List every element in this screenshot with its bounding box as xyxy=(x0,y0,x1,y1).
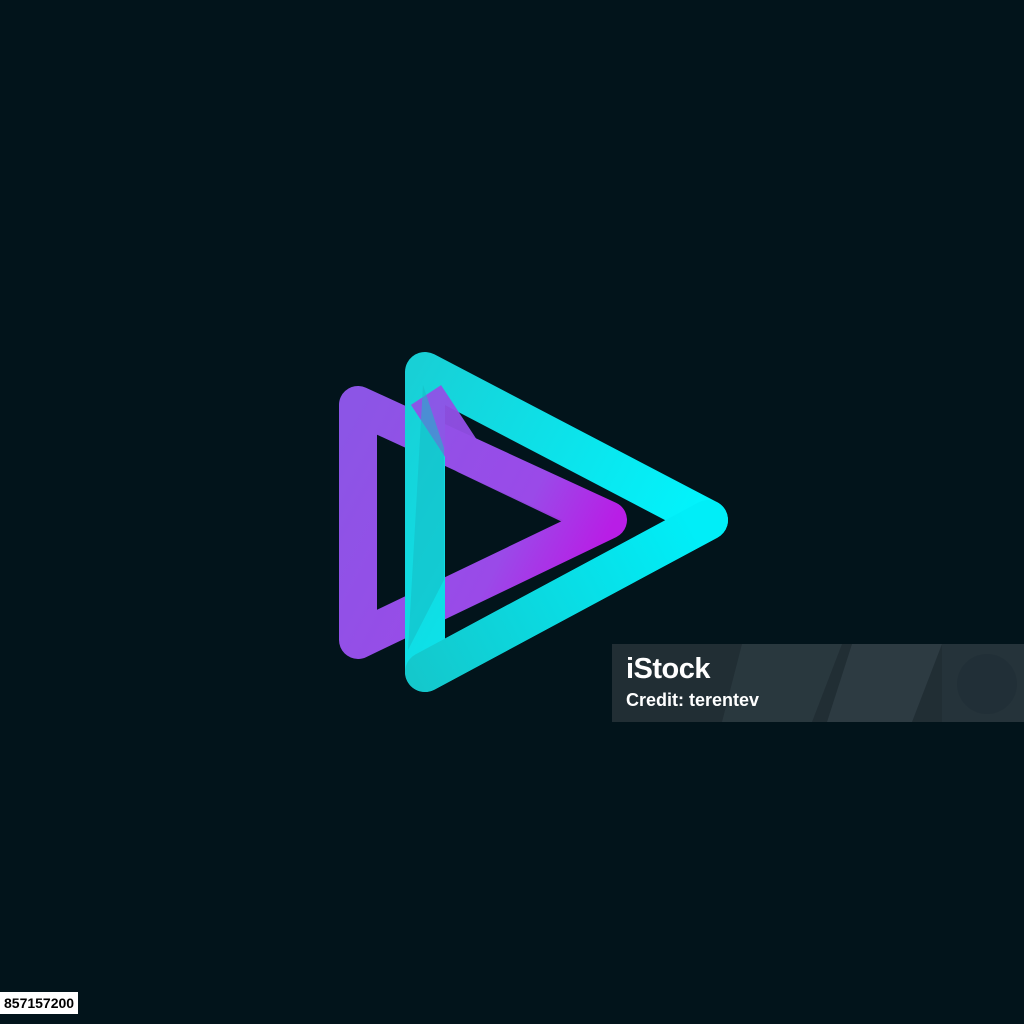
stock-image-canvas: iStock Credit: terentev 857157200 xyxy=(0,0,1024,1024)
image-id-label: 857157200 xyxy=(0,992,79,1014)
istock-watermark: iStock Credit: terentev xyxy=(612,644,1024,722)
watermark-brand: iStock xyxy=(626,653,711,685)
play-logo xyxy=(339,352,728,692)
watermark-credit: Credit: terentev xyxy=(626,690,760,710)
